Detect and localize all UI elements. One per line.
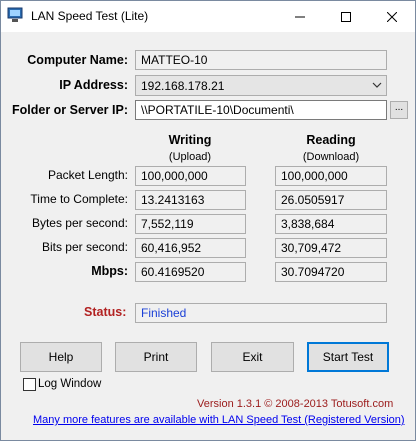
mbps-label: Mbps:	[91, 264, 128, 278]
minimize-button[interactable]	[277, 1, 323, 32]
ip-address-label: IP Address:	[59, 78, 128, 92]
ip-address-select[interactable]: 192.168.178.21	[135, 75, 387, 96]
close-button[interactable]	[369, 1, 415, 32]
time-to-complete-write: 13.2413163	[135, 190, 246, 210]
time-to-complete-label: Time to Complete:	[30, 192, 128, 206]
app-icon	[7, 7, 23, 22]
writing-subheader: (Upload)	[168, 151, 212, 163]
mbps-write: 60.4169520	[135, 262, 246, 282]
close-icon	[387, 11, 397, 22]
app-window: LAN Speed Test (Lite) Computer Name: MAT…	[0, 0, 416, 441]
log-window-checkbox[interactable]	[23, 378, 36, 391]
bytes-per-second-read: 3,838,684	[275, 214, 387, 234]
bits-per-second-write: 60,416,952	[135, 238, 246, 258]
packet-length-label: Packet Length:	[47, 168, 128, 182]
version-text: Version 1.3.1 © 2008-2013 Totusoft.com	[197, 398, 394, 410]
window-title: LAN Speed Test (Lite)	[31, 9, 149, 23]
bytes-per-second-write: 7,552,119	[135, 214, 246, 234]
start-test-button[interactable]: Start Test	[307, 342, 389, 372]
bytes-per-second-label: Bytes per second:	[31, 216, 128, 230]
minimize-icon	[295, 16, 305, 17]
time-to-complete-read: 26.0505917	[275, 190, 387, 210]
title-bar[interactable]: LAN Speed Test (Lite)	[1, 1, 415, 32]
status-label: Status:	[84, 305, 127, 319]
log-window-label: Log Window	[38, 378, 102, 390]
packet-length-write: 100,000,000	[135, 166, 246, 186]
print-button[interactable]: Print	[115, 342, 197, 372]
computer-name-label: Computer Name:	[27, 53, 128, 67]
exit-button[interactable]: Exit	[211, 342, 294, 372]
ip-address-value: 192.168.178.21	[141, 79, 225, 93]
bits-per-second-read: 30,709,472	[275, 238, 387, 258]
upgrade-link[interactable]: Many more features are available with LA…	[33, 414, 405, 426]
browse-button[interactable]: ...	[390, 101, 408, 119]
writing-header: Writing	[168, 133, 212, 147]
mbps-read: 30.7094720	[275, 262, 387, 282]
reading-header: Reading	[306, 133, 356, 147]
help-button[interactable]: Help	[20, 342, 102, 372]
status-value: Finished	[135, 303, 387, 323]
chevron-down-icon	[372, 82, 382, 88]
folder-server-input[interactable]: \\PORTATILE-10\Documenti\	[135, 100, 387, 120]
computer-name-field: MATTEO-10	[135, 50, 387, 70]
reading-subheader: (Download)	[302, 151, 360, 163]
folder-server-label: Folder or Server IP:	[11, 103, 128, 117]
packet-length-read: 100,000,000	[275, 166, 387, 186]
maximize-button[interactable]	[323, 1, 369, 32]
maximize-icon	[341, 11, 351, 22]
bits-per-second-label: Bits per second:	[41, 240, 128, 254]
